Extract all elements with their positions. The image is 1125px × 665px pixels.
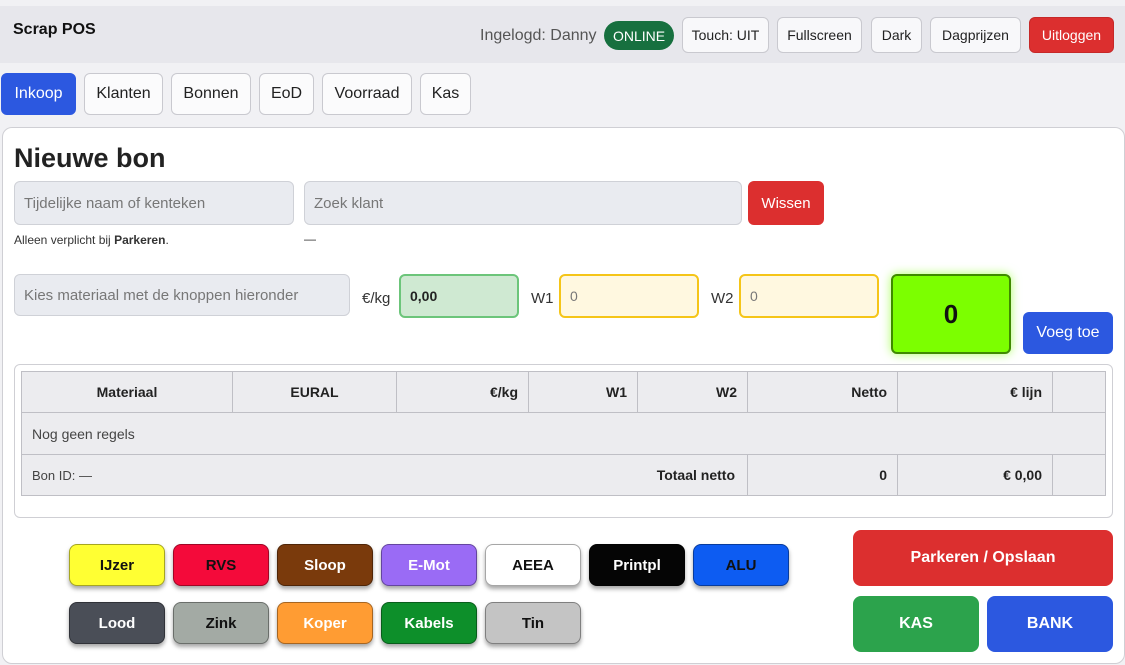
material-button-kabels[interactable]: Kabels	[381, 602, 477, 644]
total-netto-label: Totaal netto	[540, 454, 748, 496]
price-per-kg-input[interactable]: 0,00	[399, 274, 519, 318]
column-header-eural: EURAL	[232, 371, 397, 413]
logout-button[interactable]: Uitloggen	[1029, 17, 1114, 53]
tab-klanten[interactable]: Klanten	[84, 73, 163, 115]
name-hint: Alleen verplicht bij Parkeren.	[14, 233, 169, 247]
total-amount-value: € 0,00	[897, 454, 1053, 496]
tab-kas[interactable]: Kas	[420, 73, 471, 115]
park-save-button[interactable]: Parkeren / Opslaan	[853, 530, 1113, 586]
column-header-line-total: € lijn	[897, 371, 1053, 413]
material-button-lood[interactable]: Lood	[69, 602, 165, 644]
column-header-price: €/kg	[396, 371, 529, 413]
material-button-zink[interactable]: Zink	[173, 602, 269, 644]
material-button-ijzer[interactable]: IJzer	[69, 544, 165, 586]
column-header-w1: W1	[528, 371, 638, 413]
day-prices-button[interactable]: Dagprijzen	[930, 17, 1021, 53]
weight-1-input[interactable]: 0	[559, 274, 699, 318]
column-header-netto: Netto	[747, 371, 898, 413]
app-brand: Scrap POS	[13, 21, 96, 38]
logged-in-user: Ingelogd: Danny	[480, 27, 597, 44]
material-button-tin[interactable]: Tin	[485, 602, 581, 644]
touch-toggle-button[interactable]: Touch: UIT	[682, 17, 769, 53]
column-header-w2: W2	[637, 371, 748, 413]
total-netto-value: 0	[747, 454, 898, 496]
pay-cash-button[interactable]: KAS	[853, 596, 979, 652]
price-label: €/kg	[362, 290, 391, 307]
tab-voorraad[interactable]: Voorraad	[322, 73, 412, 115]
customer-search-input[interactable]: Zoek klant	[304, 181, 742, 225]
material-button-koper[interactable]: Koper	[277, 602, 373, 644]
selected-customer-value: —	[304, 232, 316, 246]
tab-inkoop[interactable]: Inkoop	[1, 73, 76, 115]
material-button-sloop[interactable]: Sloop	[277, 544, 373, 586]
material-button-rvs[interactable]: RVS	[173, 544, 269, 586]
w1-label: W1	[531, 290, 554, 307]
dark-mode-button[interactable]: Dark	[871, 17, 922, 53]
clear-button[interactable]: Wissen	[748, 181, 824, 225]
material-button-e-mot[interactable]: E-Mot	[381, 544, 477, 586]
weight-2-input[interactable]: 0	[739, 274, 879, 318]
material-button-aeea[interactable]: AEEA	[485, 544, 581, 586]
column-header-material: Materiaal	[21, 371, 233, 413]
material-button-printpl[interactable]: Printpl	[589, 544, 685, 586]
pay-bank-button[interactable]: BANK	[987, 596, 1113, 652]
w2-label: W2	[711, 290, 734, 307]
fullscreen-button[interactable]: Fullscreen	[777, 17, 862, 53]
temporary-name-input[interactable]: Tijdelijke naam of kenteken	[14, 181, 294, 225]
empty-table-message: Nog geen regels	[21, 412, 1106, 455]
online-status-badge: ONLINE	[604, 21, 674, 50]
total-actions-cell	[1052, 454, 1106, 496]
add-line-button[interactable]: Voeg toe	[1023, 312, 1113, 354]
tab-bonnen[interactable]: Bonnen	[171, 73, 251, 115]
material-input[interactable]: Kies materiaal met de knoppen hieronder	[14, 274, 350, 316]
column-header-actions	[1052, 371, 1106, 413]
page-title: Nieuwe bon	[14, 143, 166, 173]
material-button-alu[interactable]: ALU	[693, 544, 789, 586]
tab-eod[interactable]: EoD	[259, 73, 314, 115]
netto-display: 0	[891, 274, 1011, 354]
